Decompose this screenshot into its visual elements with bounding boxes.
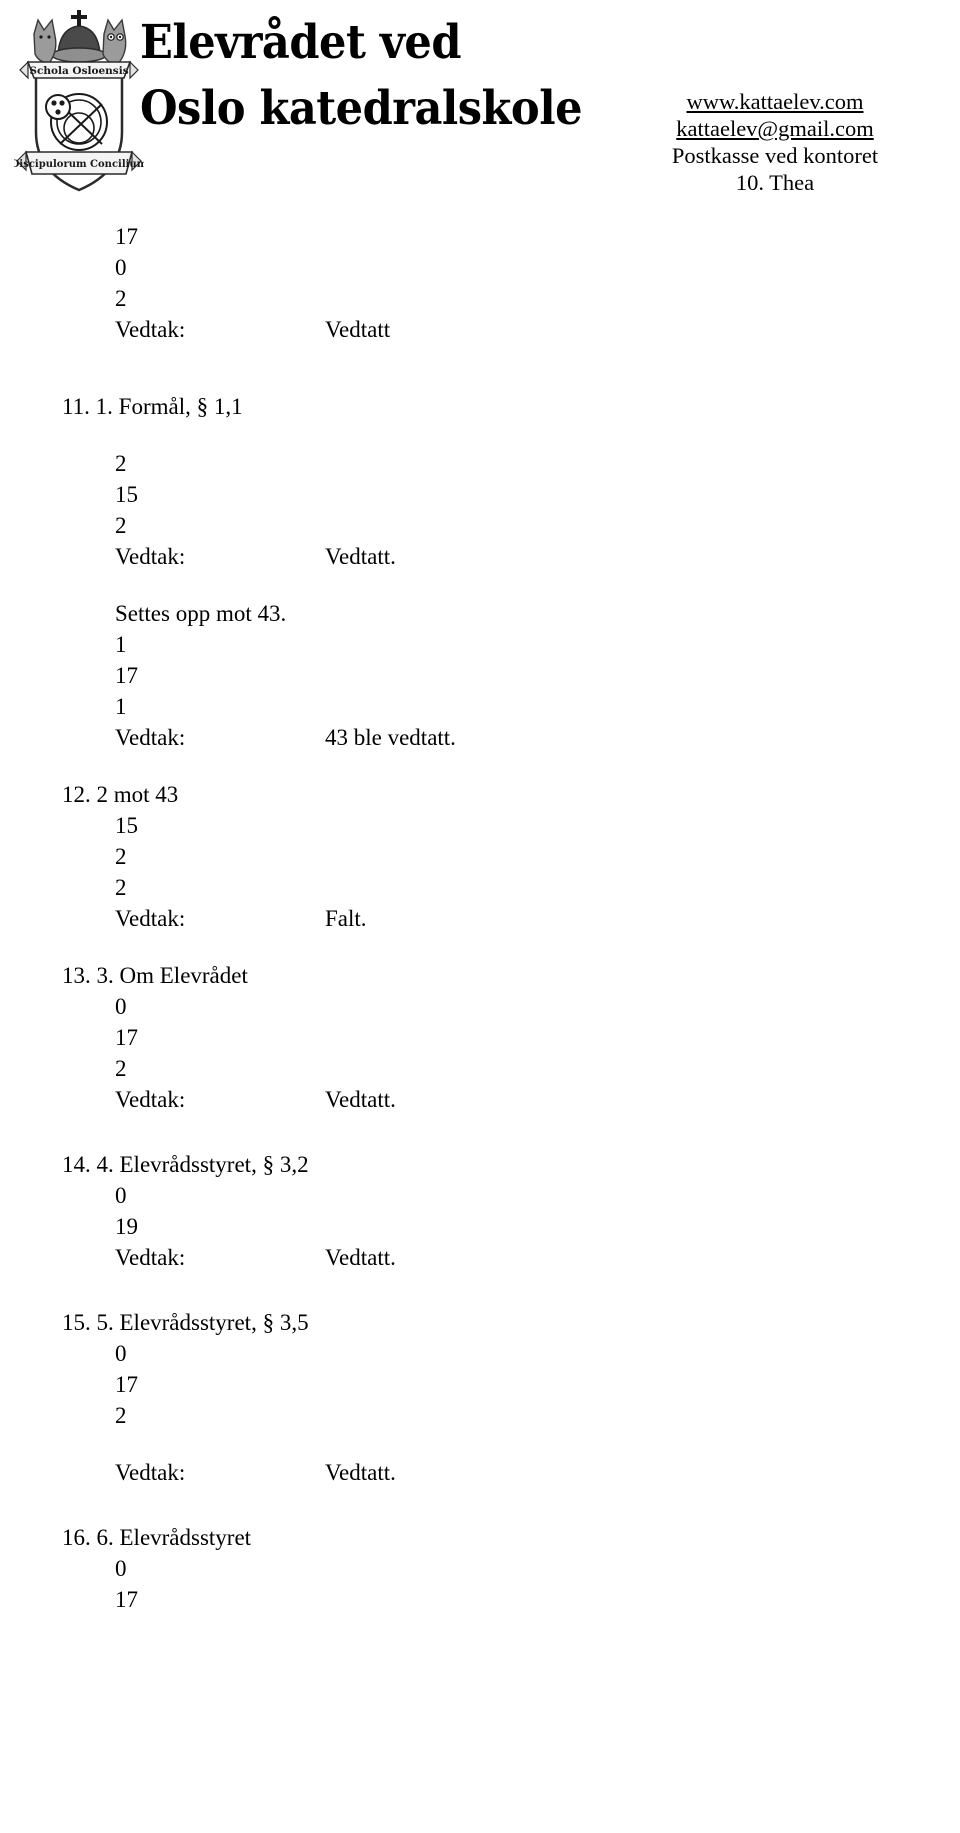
list-item-title: 2 mot 43: [96, 782, 179, 807]
list-item-heading: 12. 2 mot 43: [0, 779, 960, 810]
vote-value: 1: [115, 694, 127, 719]
list-item-number: 16.: [62, 1525, 97, 1550]
vote-value: 2: [115, 1056, 127, 1081]
contact-person-text: 10. Thea: [735, 170, 815, 195]
list-item-heading: 14. 4. Elevrådsstyret, § 3,2: [0, 1149, 960, 1180]
vote-value: 0: [115, 1341, 127, 1366]
vedtak-label: Vedtak:: [115, 725, 186, 750]
list-item-title: 6. Elevrådsstyret: [96, 1525, 252, 1550]
list-item-title: 5. Elevrådsstyret, § 3,5: [96, 1310, 309, 1335]
contact-block: www.kattaelev.com kattaelev@gmail.com Po…: [595, 88, 955, 196]
vedtak-label: Vedtak:: [115, 317, 186, 342]
list-item-number: 13.: [62, 963, 97, 988]
vedtak-value: Falt.: [325, 906, 367, 931]
vedtak-label: Vedtak:: [115, 1087, 186, 1112]
email-row: kattaelev@gmail.com: [595, 115, 955, 142]
vote-value: 19: [115, 1214, 138, 1239]
vedtak-value: Vedtatt.: [325, 1245, 396, 1270]
masthead-line-1: Elevrådet ved: [140, 15, 461, 70]
vote-value: 0: [115, 255, 127, 280]
vote-value: 1: [115, 632, 127, 657]
vote-value: 0: [115, 1183, 127, 1208]
vedtak-label: Vedtak:: [115, 1245, 186, 1270]
letterhead: Schola Osloensis Discipulorum Concilium …: [0, 0, 960, 205]
school-crest-logo: Schola Osloensis Discipulorum Concilium: [14, 4, 144, 194]
note-text: Settes opp mot 43.: [115, 601, 287, 626]
list-item-number: 14.: [62, 1152, 97, 1177]
vote-value: 2: [115, 451, 127, 476]
vedtak-value: Vedtatt.: [325, 1460, 396, 1485]
list-item-heading: 11. 1. Formål, § 1,1: [0, 391, 960, 422]
website-row: www.kattaelev.com: [595, 88, 955, 115]
list-item-heading: 15. 5. Elevrådsstyret, § 3,5: [0, 1307, 960, 1338]
mailbox-text: Postkasse ved kontoret: [671, 143, 879, 168]
vote-value: 15: [115, 482, 138, 507]
list-item-title: 4. Elevrådsstyret, § 3,2: [96, 1152, 309, 1177]
vedtak-value: Vedtatt: [325, 317, 391, 342]
svg-text:Discipulorum Concilium: Discipulorum Concilium: [14, 159, 144, 170]
vote-value: 17: [115, 1587, 138, 1612]
vedtak-value: Vedtatt.: [325, 1087, 396, 1112]
masthead-line-2: Oslo katedralskole: [140, 81, 583, 136]
website-link[interactable]: www.kattaelev.com: [686, 88, 863, 115]
vote-value: 2: [115, 875, 127, 900]
vote-value: 17: [115, 663, 138, 688]
vedtak-label: Vedtak:: [115, 1460, 186, 1485]
email-link[interactable]: kattaelev@gmail.com: [676, 115, 874, 142]
vedtak-row: Vedtak: Vedtatt.: [0, 1084, 960, 1115]
list-item-number: 12.: [62, 782, 97, 807]
vedtak-row: Vedtak: 43 ble vedtatt.: [0, 722, 960, 753]
vedtak-row: Vedtak: Vedtatt.: [0, 1242, 960, 1273]
vote-value: 2: [115, 286, 127, 311]
vote-value: 2: [115, 1403, 127, 1428]
vote-value: 0: [115, 994, 127, 1019]
vote-value: 17: [115, 1025, 138, 1050]
list-item-heading: 13. 3. Om Elevrådet: [0, 960, 960, 991]
vedtak-value: 43 ble vedtatt.: [325, 725, 456, 750]
vedtak-label: Vedtak:: [115, 906, 186, 931]
list-item-number: 15.: [62, 1310, 97, 1335]
vedtak-row: Vedtak: Vedtatt.: [0, 1457, 960, 1488]
vedtak-row: Vedtak: Vedtatt.: [0, 541, 960, 572]
vote-value: 2: [115, 513, 127, 538]
vote-value: 2: [115, 844, 127, 869]
vedtak-row: Vedtak: Vedtatt: [0, 314, 960, 345]
vedtak-label: Vedtak:: [115, 544, 186, 569]
svg-text:Schola Osloensis: Schola Osloensis: [29, 65, 128, 77]
list-item-number: 11.: [62, 394, 96, 419]
vote-value: 15: [115, 813, 138, 838]
list-item-title: 1. Formål, § 1,1: [95, 394, 243, 419]
vedtak-value: Vedtatt.: [325, 544, 396, 569]
vedtak-row: Vedtak: Falt.: [0, 903, 960, 934]
document-body: 17 0 2 Vedtak: Vedtatt 11. 1. Formål, § …: [0, 205, 960, 1615]
masthead: Elevrådet ved Oslo katedralskole: [140, 10, 590, 142]
list-item-title: 3. Om Elevrådet: [96, 963, 248, 988]
vote-value: 17: [115, 224, 138, 249]
vote-value: 0: [115, 1556, 127, 1581]
vote-value: 17: [115, 1372, 138, 1397]
list-item-heading: 16. 6. Elevrådsstyret: [0, 1522, 960, 1553]
